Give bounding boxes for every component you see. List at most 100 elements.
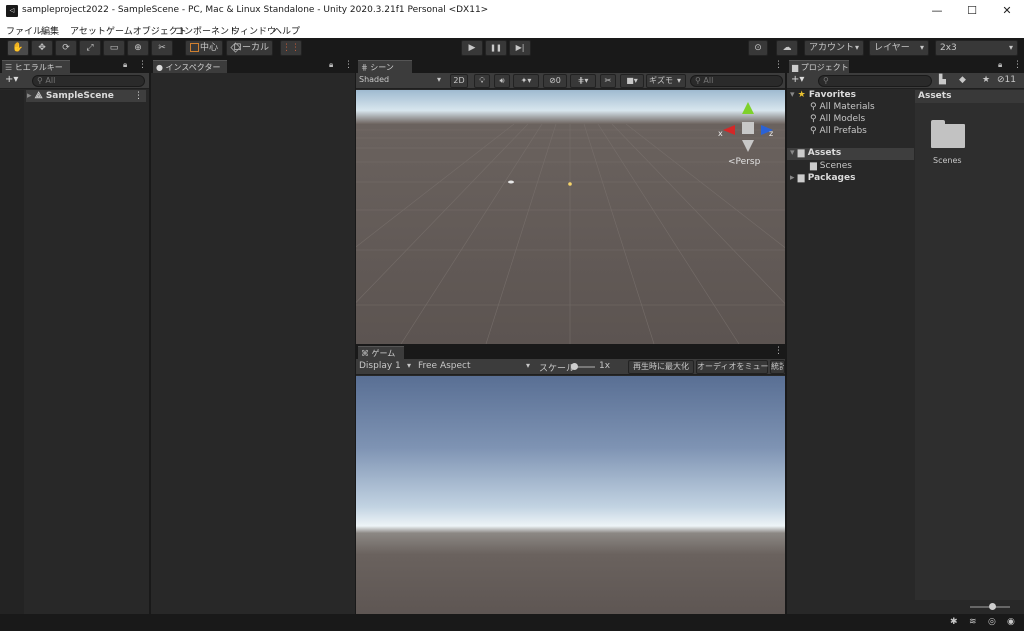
scene-viewport[interactable]: x z <Persp (356, 90, 785, 344)
camera-icon[interactable]: ■▾ (620, 74, 644, 88)
inspector-more-icon[interactable]: ⋮ (344, 60, 353, 70)
cloud-icon[interactable]: ☁ (776, 40, 798, 56)
folder-icon: ▆ (810, 161, 820, 171)
icon-size-slider-thumb[interactable] (989, 603, 996, 610)
gizmos-dropdown[interactable]: ギズモ (646, 74, 686, 88)
hierarchy-search-input[interactable]: ⚲ All (32, 75, 145, 87)
search-by-type-icon[interactable]: ▙ (939, 75, 946, 85)
auto-generate-icon[interactable]: ◎ (988, 617, 996, 627)
menu-assets[interactable]: アセット (70, 24, 106, 37)
gamepad-icon: ⌘ (361, 349, 372, 358)
packages-row[interactable]: ▸ ▆ Packages (790, 173, 855, 183)
maximize-on-play-toggle[interactable]: 再生時に最大化 (628, 360, 694, 374)
project-lock-icon[interactable]: 🔒︎ (998, 60, 1002, 70)
transform-tool-icon[interactable]: ⊕ (127, 40, 149, 56)
tab-hierarchy[interactable]: ☰ ヒエラルキー (2, 60, 70, 73)
folder-item-scenes[interactable]: ▆ Scenes (810, 161, 852, 171)
project-add-button[interactable]: +▾ (791, 74, 804, 85)
step-button-icon[interactable]: ▶| (509, 40, 531, 56)
pivot-space-toggle[interactable]: ローカル (226, 40, 273, 56)
shading-mode-dropdown[interactable]: Shaded (357, 74, 445, 88)
inspector-lock-icon[interactable]: 🔒︎ (329, 60, 333, 70)
display-dropdown[interactable]: Display 1 (357, 360, 415, 374)
tab-game[interactable]: ⌘ ゲーム (358, 346, 404, 359)
play-button-icon[interactable]: ▶ (461, 40, 483, 56)
layout-dropdown[interactable]: 2x3 (935, 40, 1018, 56)
pause-button-icon[interactable]: ❚❚ (485, 40, 507, 56)
scene-search-input[interactable]: ⚲ All (690, 75, 783, 87)
mute-audio-toggle[interactable]: オーディオをミュート (696, 360, 776, 374)
stats-toggle[interactable]: 統計 (770, 360, 785, 374)
tools-icon[interactable]: ✂ (600, 74, 616, 88)
favorites-item[interactable]: ⚲ All Models (810, 114, 865, 124)
pivot-center-toggle[interactable]: 中心 (185, 40, 223, 56)
tab-scene[interactable]: ⋕ シーン (358, 60, 412, 73)
lighting-bake-icon[interactable]: ◉ (1007, 617, 1015, 627)
favorite-star-icon[interactable]: ★ (982, 75, 990, 85)
favorites-item[interactable]: ⚲ All Prefabs (810, 126, 867, 136)
game-more-icon[interactable]: ⋮ (774, 346, 783, 356)
tab-inspector[interactable]: ● インスペクター (153, 60, 227, 73)
maximize-button[interactable]: ☐ (955, 0, 989, 22)
game-viewport[interactable] (356, 376, 785, 614)
close-button[interactable]: ✕ (990, 0, 1024, 22)
scale-slider-thumb[interactable] (571, 363, 578, 370)
custom-tool-icon[interactable]: ✂ (151, 40, 173, 56)
menu-file[interactable]: ファイル (6, 24, 42, 37)
expand-arrow-icon[interactable]: ▾ (790, 90, 795, 100)
menu-edit[interactable]: 編集 (41, 24, 59, 37)
menu-window[interactable]: ウィンドウ (231, 24, 276, 37)
icon-size-slider[interactable] (970, 603, 1010, 610)
2d-toggle[interactable]: 2D (450, 74, 468, 88)
persp-label[interactable]: <Persp (728, 157, 760, 167)
scene-panel: ⋕ シーン ⋮ Shaded 2D 💡︎ 🔊︎ ✦▾ ⊘0 ⋕▾ ✂ ■▾ ギズ… (356, 59, 785, 344)
audio-icon[interactable]: 🔊︎ (494, 74, 510, 88)
minimize-button[interactable]: — (920, 0, 954, 22)
menu-help[interactable]: ヘルプ (273, 24, 300, 37)
persp-icon: < (728, 157, 736, 167)
hidden-packages-toggle[interactable]: ⊘11 (997, 75, 1016, 85)
account-dropdown[interactable]: アカウント (804, 40, 864, 56)
scene-more-icon[interactable]: ⋮ (774, 60, 783, 70)
rotate-tool-icon[interactable]: ⟳ (55, 40, 77, 56)
grid-snap-icon[interactable]: ⋮⋮ (280, 40, 302, 56)
assets-row[interactable]: ▾ ▆ Assets (787, 148, 914, 160)
grid-toggle-icon[interactable]: ⋕▾ (570, 74, 596, 88)
scale-tool-icon[interactable]: ⤢ (79, 40, 101, 56)
project-search-input[interactable]: ⚲ (818, 75, 932, 87)
menu-component[interactable]: コンポーネント (175, 24, 238, 37)
progress-icon[interactable]: ≋ (969, 617, 977, 627)
game-tab-bar: ⌘ ゲーム ⋮ (356, 345, 785, 359)
scene-icon: ⟁ (34, 91, 46, 101)
search-by-label-icon[interactable]: ◆ (959, 75, 966, 85)
main-toolbar: ✋ ✥ ⟳ ⤢ ▭ ⊕ ✂ 中心 ローカル ⋮⋮ ▶ ❚❚ ▶| ⊙ ☁ アカウ… (0, 38, 1024, 59)
aspect-dropdown[interactable]: Free Aspect (416, 360, 534, 374)
expand-arrow-icon[interactable]: ▸ (27, 91, 35, 101)
project-more-icon[interactable]: ⋮ (1013, 60, 1022, 70)
lock-icon[interactable]: 🔒︎ (123, 60, 127, 70)
bug-icon[interactable]: ✱ (950, 617, 958, 627)
tab-project[interactable]: ▆ プロジェクト (789, 60, 849, 73)
expand-arrow-icon[interactable]: ▾ (790, 148, 795, 158)
collab-icon[interactable]: ⊙ (748, 40, 768, 56)
effects-icon[interactable]: ✦▾ (513, 74, 539, 88)
favorites-row[interactable]: ▾ ★ Favorites (790, 90, 856, 100)
eye-slash-icon: ⊘ (549, 76, 556, 85)
game-toolbar: Display 1 Free Aspect スケール 1x 再生時に最大化 オー… (356, 359, 785, 375)
lighting-icon[interactable]: 💡︎ (474, 74, 490, 88)
scale-slider[interactable] (571, 363, 595, 370)
folder-icon[interactable] (931, 120, 965, 148)
asset-item-label[interactable]: Scenes (933, 156, 962, 165)
move-tool-icon[interactable]: ✥ (31, 40, 53, 56)
hand-tool-icon[interactable]: ✋ (7, 40, 29, 56)
favorites-item[interactable]: ⚲ All Materials (810, 102, 875, 112)
layers-dropdown[interactable]: レイヤー (869, 40, 929, 56)
more-menu-icon[interactable]: ⋮ (138, 60, 147, 70)
assets-breadcrumb[interactable]: Assets (915, 90, 1024, 103)
rect-tool-icon[interactable]: ▭ (103, 40, 125, 56)
scene-more-icon[interactable]: ⋮ (134, 90, 143, 102)
visibility-toggle[interactable]: ⊘0 (543, 74, 567, 88)
add-button[interactable]: +▾ (5, 74, 18, 85)
expand-arrow-icon[interactable]: ▸ (790, 173, 795, 183)
scene-row[interactable]: ▸ ⟁ SampleScene ⋮ (26, 90, 146, 102)
